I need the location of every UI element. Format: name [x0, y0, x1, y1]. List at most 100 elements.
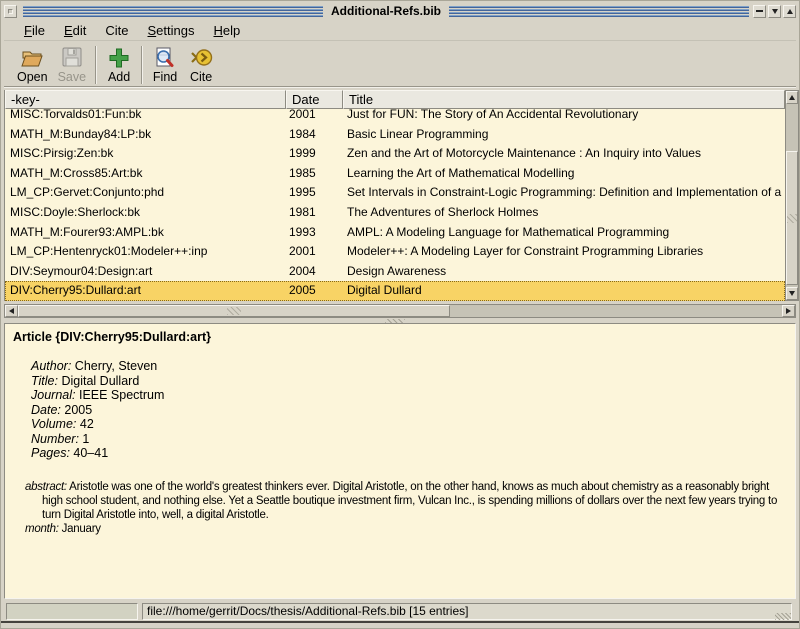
menu-item[interactable]: Cite — [97, 21, 136, 40]
table-row[interactable]: LM_CP:Hentenryck01:Modeler++:inp 2001 Mo… — [5, 242, 785, 262]
cell-key: MISC:Torvalds01:Fun:bk — [5, 109, 286, 125]
cell-title: Set Intervals in Constraint-Logic Progra… — [343, 183, 785, 203]
cite-button[interactable]: Cite — [183, 44, 219, 85]
table-row[interactable]: MATH_M:Bunday84:LP:bk 1984 Basic Linear … — [5, 125, 785, 145]
field-value: 42 — [80, 417, 94, 431]
find-magnifier-icon — [153, 46, 177, 69]
entry-field: Author: Cherry, Steven — [31, 359, 787, 374]
statusbar: file:///home/gerrit/Docs/thesis/Addition… — [4, 603, 796, 621]
entry-heading: Article {DIV:Cherry95:Dullard:art} — [13, 330, 787, 344]
cell-key: MATH_M:Cross85:Art:bk — [5, 164, 286, 184]
toolbar-separator — [95, 46, 97, 84]
add-plus-icon — [107, 46, 131, 69]
entry-field: Volume: 42 — [31, 417, 787, 432]
menu-item[interactable]: Settings — [140, 21, 203, 40]
field-label: Date: — [31, 403, 61, 417]
bib-table-body: MISC:Torvalds01:Fun:bk 2001 Just for FUN… — [5, 109, 785, 301]
progress-area — [6, 603, 138, 620]
cell-date: 1985 — [286, 164, 343, 184]
abstract-label: abstract: — [25, 481, 67, 493]
cite-icon — [189, 46, 213, 69]
open-folder-icon — [20, 46, 44, 69]
open-button-label: Open — [17, 70, 48, 84]
cell-key: DIV:Cherry95:Dullard:art — [5, 281, 286, 301]
table-row[interactable]: MISC:Doyle:Sherlock:bk 1981 The Adventur… — [5, 203, 785, 223]
table-row[interactable]: MATH_M:Cross85:Art:bk 1985 Learning the … — [5, 164, 785, 184]
cell-title: Design Awareness — [343, 262, 785, 282]
horizontal-scrollbar[interactable] — [4, 304, 796, 318]
window-title: Additional-Refs.bib — [325, 4, 447, 19]
table-row[interactable]: LM_CP:Gervet:Conjunto:phd 1995 Set Inter… — [5, 183, 785, 203]
cell-date: 1981 — [286, 203, 343, 223]
vertical-scrollbar-thumb[interactable] — [786, 151, 798, 285]
bib-table-header: -key- Date Title — [5, 90, 785, 109]
save-button[interactable]: Save — [53, 44, 92, 85]
bib-table: -key- Date Title MISC:Torvalds01:Fun:bk … — [4, 90, 785, 301]
field-label: Number: — [31, 432, 79, 446]
triangle-up-icon — [787, 9, 793, 14]
cell-key: MATH_M:Bunday84:LP:bk — [5, 125, 286, 145]
toolbar: Open Save Add — [4, 42, 796, 87]
vertical-scrollbar[interactable] — [785, 90, 799, 301]
app-window: Additional-Refs.bib File Edit Cite Setti… — [0, 0, 800, 629]
field-value: Cherry, Steven — [75, 359, 157, 373]
month-value: January — [62, 523, 101, 535]
column-header-key[interactable]: -key- — [5, 90, 286, 109]
column-header-date[interactable]: Date — [286, 90, 343, 109]
horizontal-scrollbar-thumb[interactable] — [18, 305, 450, 317]
minimize-button[interactable] — [753, 5, 766, 18]
field-value: 40–41 — [73, 446, 108, 460]
resize-grip[interactable] — [775, 613, 791, 620]
cell-title: Digital Dullard — [343, 281, 785, 301]
titlebar-stripes-right — [449, 5, 749, 18]
cell-date: 1993 — [286, 223, 343, 243]
cell-date: 1984 — [286, 125, 343, 145]
find-button-label: Find — [153, 70, 177, 84]
scroll-down-button[interactable] — [786, 287, 798, 300]
field-value: IEEE Spectrum — [79, 388, 164, 402]
arrow-down-icon — [789, 291, 795, 296]
scroll-right-button[interactable] — [782, 305, 795, 317]
entry-abstract: abstract: Aristotle was one of the world… — [25, 480, 787, 522]
find-button[interactable]: Find — [147, 44, 183, 85]
raise-window-button[interactable] — [783, 5, 796, 18]
cell-title: Learning the Art of Mathematical Modelli… — [343, 164, 785, 184]
cell-key: LM_CP:Gervet:Conjunto:phd — [5, 183, 286, 203]
field-label: Pages: — [31, 446, 70, 460]
cell-title: Just for FUN: The Story of An Accidental… — [343, 109, 785, 125]
menu-item[interactable]: File — [16, 21, 53, 40]
window-menu-button[interactable] — [4, 5, 17, 18]
add-button[interactable]: Add — [101, 44, 137, 85]
thumb-grip — [787, 214, 797, 223]
open-button[interactable]: Open — [12, 44, 53, 85]
entry-detail-pane[interactable]: Article {DIV:Cherry95:Dullard:art} Autho… — [4, 323, 796, 599]
menu-item[interactable]: Help — [205, 21, 248, 40]
table-row[interactable]: DIV:Cherry95:Dullard:art 2005 Digital Du… — [5, 281, 785, 301]
titlebar-stripes-left — [23, 5, 323, 18]
save-floppy-icon — [60, 46, 84, 69]
arrow-up-icon — [789, 95, 795, 100]
entry-field: Number: 1 — [31, 432, 787, 447]
entry-field: Title: Digital Dullard — [31, 374, 787, 389]
scroll-up-button[interactable] — [786, 91, 798, 104]
table-row[interactable]: MISC:Torvalds01:Fun:bk 2001 Just for FUN… — [5, 109, 785, 125]
thumb-grip — [227, 307, 241, 315]
table-row[interactable]: DIV:Seymour04:Design:art 2004 Design Awa… — [5, 262, 785, 282]
cell-key: MATH_M:Fourer93:AMPL:bk — [5, 223, 286, 243]
cell-title: AMPL: A Modeling Language for Mathematic… — [343, 223, 785, 243]
lower-window-button[interactable] — [768, 5, 781, 18]
menu-item[interactable]: Edit — [56, 21, 94, 40]
cell-key: DIV:Seymour04:Design:art — [5, 262, 286, 282]
field-label: Title: — [31, 374, 58, 388]
month-label: month: — [25, 523, 59, 535]
field-label: Volume: — [31, 417, 76, 431]
entry-field: Date: 2005 — [31, 403, 787, 418]
arrow-right-icon — [786, 308, 791, 314]
entry-fields: Author: Cherry, Steven Title: Digital Du… — [31, 359, 787, 461]
cell-date: 1995 — [286, 183, 343, 203]
table-row[interactable]: MATH_M:Fourer93:AMPL:bk 1993 AMPL: A Mod… — [5, 223, 785, 243]
table-row[interactable]: MISC:Pirsig:Zen:bk 1999 Zen and the Art … — [5, 144, 785, 164]
scroll-left-button[interactable] — [5, 305, 18, 317]
column-header-title[interactable]: Title — [343, 90, 785, 109]
entry-field: Pages: 40–41 — [31, 446, 787, 461]
